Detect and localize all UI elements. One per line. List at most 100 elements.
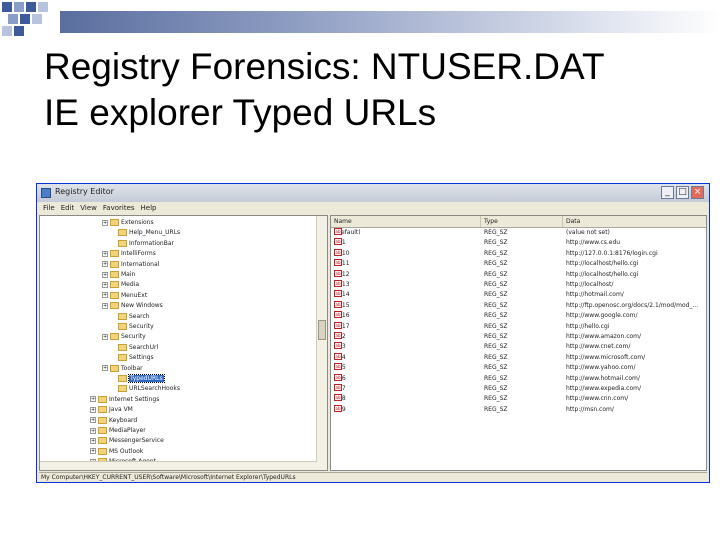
string-value-icon: ab	[334, 363, 342, 371]
expand-toggle-icon[interactable]	[110, 313, 116, 319]
string-value-icon: ab	[334, 228, 342, 235]
expand-toggle-icon[interactable]: +	[102, 271, 108, 278]
value-name-cell: aburl1	[334, 238, 479, 248]
expand-toggle-icon[interactable]: +	[102, 219, 108, 226]
folder-icon	[110, 250, 119, 258]
registry-value-row[interactable]: aburl14 REG_SZ http://hotmail.com/	[331, 290, 706, 300]
expand-toggle-icon[interactable]	[110, 355, 116, 361]
expand-toggle-icon[interactable]	[110, 386, 116, 392]
expand-toggle-icon[interactable]: +	[90, 396, 96, 403]
tree-scroll-thumb[interactable]	[318, 320, 326, 340]
value-type: REG_SZ	[484, 281, 508, 288]
registry-value-row[interactable]: aburl9 REG_SZ http://msn.com/	[331, 404, 706, 415]
registry-value-row[interactable]: aburl12 REG_SZ http://localhost/hello.cgi	[331, 269, 706, 280]
folder-icon	[118, 312, 127, 320]
registry-value-row[interactable]: aburl6 REG_SZ http://www.hotmail.com/	[331, 373, 706, 384]
tree-item[interactable]: URLSearchHooks	[110, 384, 180, 394]
expand-toggle-icon[interactable]	[110, 230, 116, 236]
expand-toggle-icon[interactable]: +	[90, 427, 96, 434]
tree-item[interactable]: + Toolbar	[102, 364, 143, 374]
expand-toggle-icon[interactable]: +	[102, 250, 108, 257]
value-data: http://localhost/	[566, 281, 614, 288]
window-titlebar[interactable]: Registry Editor _ □ ×	[37, 184, 709, 202]
registry-value-row[interactable]: aburl4 REG_SZ http://www.microsoft.com/	[331, 352, 706, 363]
tree-item[interactable]: Settings	[110, 353, 154, 363]
registry-value-row[interactable]: aburl1 REG_SZ http://www.cs.edu	[331, 238, 706, 248]
tree-item[interactable]: + MenuExt	[102, 291, 147, 301]
expand-toggle-icon[interactable]: +	[102, 333, 108, 340]
column-header-name[interactable]: Name	[331, 216, 481, 227]
registry-value-row[interactable]: aburl11 REG_SZ http://localhost/hello.cgi	[331, 259, 706, 269]
registry-value-row[interactable]: aburl15 REG_SZ http://ftp.openosc.org/docs…	[331, 300, 706, 311]
tree-item[interactable]: Security	[110, 322, 154, 332]
tree-item[interactable]: + Media	[102, 280, 139, 290]
tree-item[interactable]: + Internet Settings	[90, 395, 159, 405]
expand-toggle-icon[interactable]: +	[102, 281, 108, 288]
registry-value-row[interactable]: aburl10 REG_SZ http://127.0.0.1:8176/login…	[331, 248, 706, 259]
menu-help[interactable]: Help	[141, 203, 157, 214]
registry-value-row[interactable]: aburl8 REG_SZ http://www.cnn.com/	[331, 394, 706, 404]
registry-value-row[interactable]: ab (Default) REG_SZ (value not set)	[331, 228, 706, 238]
registry-value-row[interactable]: aburl2 REG_SZ http://www.amazon.com/	[331, 332, 706, 342]
minimize-button[interactable]: _	[661, 186, 674, 199]
expand-toggle-icon[interactable]	[110, 324, 116, 330]
folder-icon	[118, 354, 127, 362]
expand-toggle-icon[interactable]: +	[90, 406, 96, 413]
folder-icon	[110, 364, 119, 372]
tree-item[interactable]: Search	[110, 312, 150, 322]
folder-icon	[118, 343, 127, 351]
maximize-button[interactable]: □	[676, 186, 689, 199]
expand-toggle-icon[interactable]: +	[102, 261, 108, 268]
menu-edit[interactable]: Edit	[61, 203, 75, 214]
value-name-cell: aburl17	[334, 321, 479, 332]
folder-icon	[98, 406, 107, 414]
expand-toggle-icon[interactable]	[110, 376, 116, 382]
registry-value-row[interactable]: aburl3 REG_SZ http://www.cnet.com/	[331, 342, 706, 352]
value-data: http://hotmail.com/	[566, 291, 624, 299]
expand-toggle-icon[interactable]	[110, 344, 116, 350]
value-name-cell: ab (Default)	[334, 228, 479, 238]
tree-item[interactable]: SearchUrl	[110, 343, 158, 353]
close-button[interactable]: ×	[691, 186, 704, 199]
tree-item[interactable]: + MS Outlook	[90, 447, 143, 457]
menu-file[interactable]: File	[43, 203, 55, 214]
expand-toggle-icon[interactable]: +	[102, 365, 108, 372]
registry-value-row[interactable]: aburl5 REG_SZ http://www.yahoo.com/	[331, 363, 706, 373]
column-header-data[interactable]: Data	[563, 216, 706, 227]
column-header-type[interactable]: Type	[481, 216, 563, 227]
tree-item[interactable]: + Keyboard	[90, 416, 137, 426]
value-type: REG_SZ	[484, 333, 508, 340]
registry-value-list[interactable]: Name Type Data ab (Default) REG_SZ (value n…	[330, 215, 707, 471]
registry-value-row[interactable]: aburl7 REG_SZ http://www.expedia.com/	[331, 384, 706, 394]
tree-item[interactable]: Help_Menu_URLs	[110, 228, 180, 238]
expand-toggle-icon[interactable]: +	[102, 302, 108, 309]
expand-toggle-icon[interactable]	[110, 240, 116, 246]
tree-item[interactable]: + IntelliForms	[102, 249, 156, 259]
registry-value-row[interactable]: aburl17 REG_SZ http://hello.cgi	[331, 321, 706, 332]
tree-item[interactable]: + New Windows	[102, 301, 163, 311]
expand-toggle-icon[interactable]: +	[102, 292, 108, 299]
menu-favorites[interactable]: Favorites	[103, 203, 135, 214]
string-value-icon: ab	[334, 321, 342, 329]
tree-vertical-scrollbar[interactable]	[316, 216, 327, 470]
tree-item[interactable]: + International	[102, 260, 159, 270]
string-value-icon: ab	[334, 269, 342, 277]
expand-toggle-icon[interactable]: +	[90, 448, 96, 455]
tree-item[interactable]: + Java VM	[90, 405, 133, 415]
tree-item[interactable]: TypedURLs	[110, 374, 165, 384]
expand-toggle-icon[interactable]: +	[90, 417, 96, 424]
value-data: http://www.cnn.com/	[566, 395, 629, 403]
tree-item[interactable]: + Extensions	[102, 218, 154, 228]
expand-toggle-icon[interactable]: +	[90, 437, 96, 444]
registry-key-tree[interactable]: + Extensions Help_Menu_URLs InformationBar +…	[39, 215, 328, 471]
tree-item[interactable]: + Main	[102, 270, 135, 280]
tree-item[interactable]: + MessengerService	[90, 436, 164, 446]
tree-item[interactable]: InformationBar	[110, 239, 174, 249]
registry-value-row[interactable]: aburl16 REG_SZ http://www.google.com/	[331, 311, 706, 321]
tree-item[interactable]: + MediaPlayer	[90, 426, 146, 436]
tree-horizontal-scrollbar[interactable]	[40, 461, 317, 470]
registry-value-row[interactable]: aburl13 REG_SZ http://localhost/	[331, 280, 706, 290]
menu-view[interactable]: View	[80, 203, 97, 214]
value-type: REG_SZ	[484, 312, 508, 320]
tree-item[interactable]: + Security	[102, 332, 146, 342]
